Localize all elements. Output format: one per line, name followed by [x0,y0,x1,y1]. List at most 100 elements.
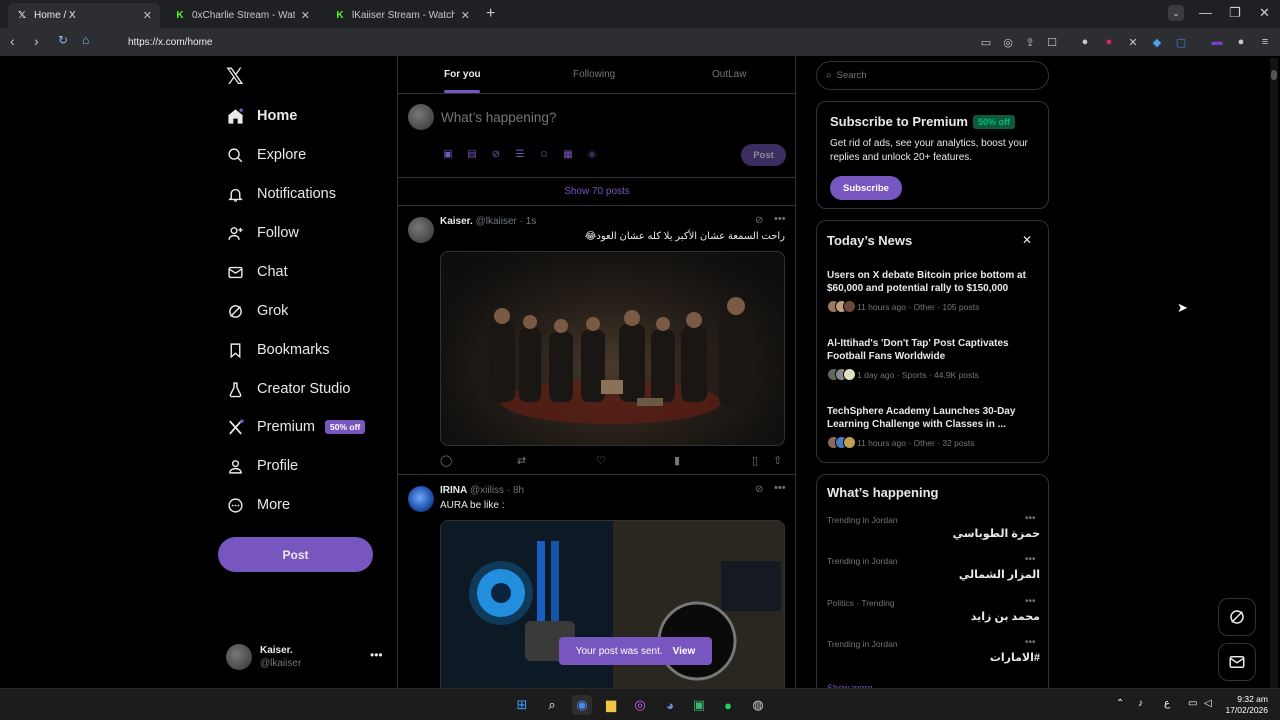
schedule-icon[interactable]: ▦ [562,148,574,160]
like-icon[interactable]: ♡ [596,454,606,467]
close-icon[interactable]: ✕ [143,9,152,22]
close-icon[interactable]: ✕ [301,9,310,22]
more-icon[interactable]: ••• [370,648,383,662]
x-logo-icon[interactable]: 𝕏 [226,64,244,90]
extension-icon[interactable]: ● [1102,35,1116,49]
close-icon[interactable]: ✕ [461,9,470,22]
tab-outlaw[interactable]: OutLaw [712,69,746,80]
new-tab-button[interactable]: + [486,5,495,23]
more-icon[interactable]: ••• [1025,554,1036,565]
more-icon[interactable]: ••• [774,482,786,494]
minimize-icon[interactable]: — [1199,5,1212,20]
back-icon[interactable]: ‹ [10,33,15,49]
extension-icon[interactable]: ● [1078,35,1092,49]
grok-icon[interactable]: ⊘ [755,215,763,226]
more-icon[interactable]: ••• [1025,596,1036,607]
spotify-icon[interactable]: ● [718,695,738,715]
tab-for-you[interactable]: For you [444,69,481,80]
reload-icon[interactable]: ↻ [58,33,68,47]
nav-chat[interactable]: Chat [226,257,288,287]
reply-icon[interactable]: ◯ [440,454,452,467]
nav-explore[interactable]: Explore [226,140,306,170]
more-icon[interactable]: ••• [774,213,786,225]
poll-icon[interactable]: ☰ [514,148,526,160]
language-indicator[interactable]: ع [1164,698,1170,709]
share-icon[interactable]: ⇪ [1023,35,1037,49]
extension-icon[interactable]: ▬ [1210,35,1224,49]
browser-tab-stream-2[interactable]: K lKaiiser Stream - Watch Live on ✕ [326,3,478,28]
trend-item[interactable]: Trending in Jordan ••• حمزة الطوباسي [827,513,1040,551]
mute-icon[interactable]: ✕ [1126,35,1140,49]
more-icon[interactable]: ••• [1025,637,1036,648]
messages-fab-button[interactable] [1218,643,1256,681]
views-icon[interactable]: ▮ [674,454,680,467]
tweet[interactable]: Kaiser. @lkaiiser · 1s ⊘ ••• راحت السمعة… [398,207,795,475]
nav-grok[interactable]: Grok [226,296,288,326]
volume-icon[interactable]: ◁ [1204,698,1212,709]
nav-notifications[interactable]: Notifications [226,179,336,209]
grok-fab-button[interactable] [1218,598,1256,636]
tab-search-icon[interactable]: ⌄ [1168,5,1184,21]
trend-item[interactable]: Trending in Jordan ••• المزار الشمالي [827,554,1040,592]
account-switcher[interactable]: Kaiser. @lkaiiser ••• [226,644,383,670]
nav-more[interactable]: More [226,490,290,520]
news-item[interactable]: Users on X debate Bitcoin price bottom a… [827,269,1042,313]
app-icon[interactable]: ▣ [689,695,709,715]
cast-icon[interactable]: ▭ [979,35,993,49]
avatar[interactable] [408,217,434,243]
clock[interactable]: 9:32 am 17/02/2026 [1222,694,1268,716]
profile-icon[interactable]: ● [1234,35,1248,49]
file-explorer-icon[interactable]: ▆ [601,695,621,715]
nav-home[interactable]: Home [226,101,297,131]
tweet-image[interactable] [440,251,785,446]
steam-icon[interactable]: ◍ [748,695,768,715]
image-icon[interactable]: ▣ [442,148,454,160]
scrollbar-thumb[interactable] [1271,70,1277,80]
nav-premium[interactable]: Premium 50% off [226,412,366,442]
restore-icon[interactable]: ❐ [1229,5,1241,21]
post-button[interactable]: Post [218,537,373,572]
news-item[interactable]: TechSphere Academy Launches 30-Day Learn… [827,405,1042,449]
subscribe-button[interactable]: Subscribe [830,176,902,200]
emoji-icon[interactable]: ☺ [538,148,550,160]
windows-start-icon[interactable]: ⊞ [512,695,532,715]
toast-view-link[interactable]: View [673,646,696,657]
more-icon[interactable]: ••• [1025,513,1036,524]
home-browser-icon[interactable]: ⌂ [82,33,89,47]
close-window-icon[interactable]: ✕ [1259,5,1270,21]
news-item[interactable]: Al-Ittihad's 'Don't Tap' Post Captivates… [827,337,1042,381]
composer-input[interactable]: What’s happening? [441,110,556,125]
tweet-author-name[interactable]: IRINA [440,485,467,496]
bookmark-icon[interactable]: ▯ [752,454,758,467]
gif-icon[interactable]: ▤ [466,148,478,160]
avatar[interactable] [408,486,434,512]
trend-item[interactable]: Politics · Trending ••• محمد بن زايد [827,596,1040,634]
menu-icon[interactable]: ≡ [1258,35,1272,49]
search-icon[interactable]: ⌕ [542,695,562,715]
extension-icon[interactable]: ◆ [1150,35,1164,49]
tab-following[interactable]: Following [573,69,615,80]
url-bar[interactable]: https://x.com/home [106,32,968,52]
app-icon[interactable]: ◎ [630,695,650,715]
browser-tab-home[interactable]: 𝕏 Home / X ✕ [8,3,160,28]
puzzle-icon[interactable]: ▢ [1174,35,1188,49]
nav-creator-studio[interactable]: Creator Studio [226,374,351,404]
hide-icon[interactable]: ◎ [1001,35,1015,49]
chevron-up-icon[interactable]: ⌃ [1116,698,1124,709]
share-icon[interactable]: ⇧ [773,454,782,467]
retweet-icon[interactable]: ⇄ [517,454,526,467]
trend-item[interactable]: Trending in Jordan ••• #الامارات [827,637,1040,675]
discord-icon[interactable]: ◕ [660,695,680,715]
bookmark-star-icon[interactable]: ☐ [1045,35,1059,49]
close-icon[interactable]: ✕ [1022,233,1032,247]
grok-icon[interactable]: ⊘ [490,148,502,160]
browser-tab-stream-1[interactable]: K 0xCharlie Stream - Watch Li ✕ [166,3,318,28]
nav-profile[interactable]: Profile [226,451,298,481]
network-icon[interactable]: ▭ [1188,698,1197,709]
composer-post-button[interactable]: Post [741,144,786,166]
grok-icon[interactable]: ⊘ [755,484,763,495]
nav-bookmarks[interactable]: Bookmarks [226,335,330,365]
microphone-icon[interactable]: ♪ [1138,698,1143,709]
search-input[interactable]: ⌕ Search [816,61,1049,90]
tweet-author-name[interactable]: Kaiser. [440,216,473,227]
